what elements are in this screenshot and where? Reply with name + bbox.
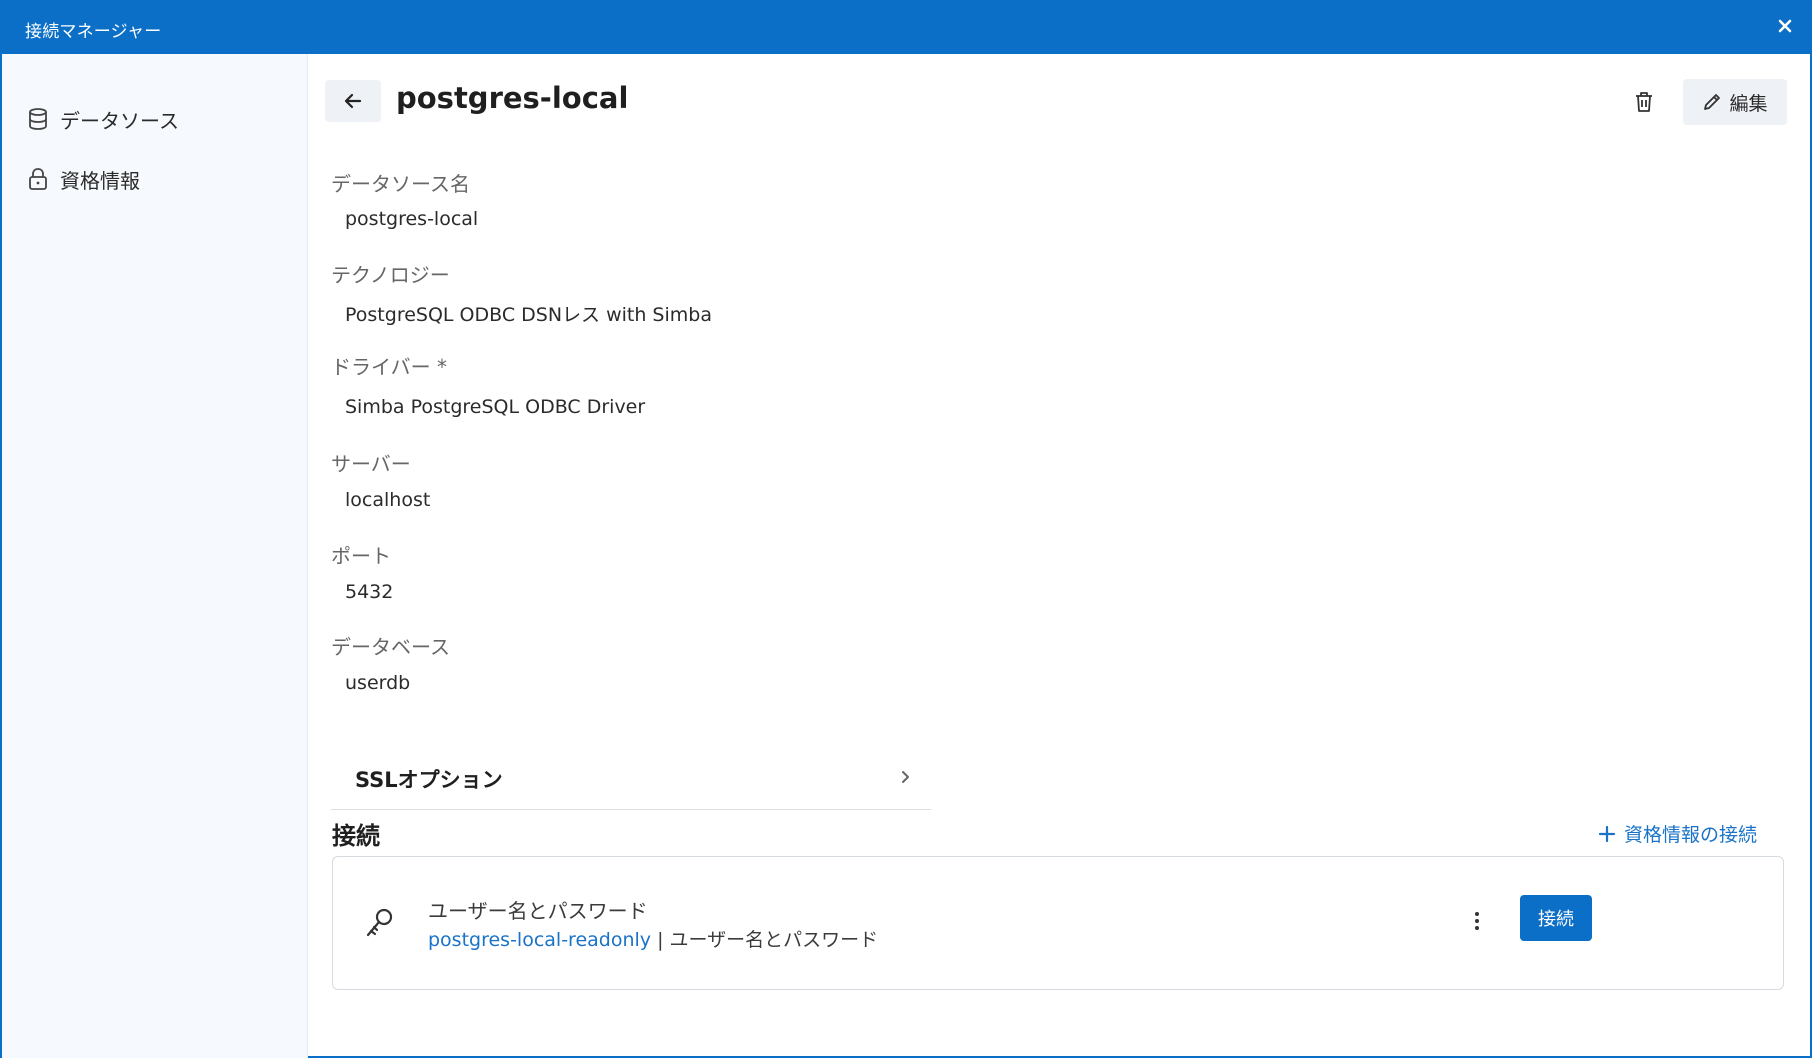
detail-panel: postgres-local 編集 データソース名 postgres-local… — [308, 54, 1812, 1058]
delete-button[interactable] — [1624, 82, 1664, 122]
sidebar-item-label: 資格情報 — [60, 168, 140, 193]
field-label-datasource-name: データソース名 — [331, 172, 470, 196]
field-value-database: userdb — [345, 672, 411, 694]
plus-icon — [1598, 825, 1616, 842]
ssl-options-row[interactable]: SSLオプション — [331, 744, 931, 810]
connection-card: ユーザー名とパスワード postgres-local-readonly | ユー… — [332, 856, 1784, 990]
edit-button-label: 編集 — [1729, 92, 1768, 115]
field-label-port: ポート — [331, 544, 391, 568]
connect-credential-button[interactable]: 資格情報の接続 — [1598, 820, 1757, 847]
edit-button[interactable]: 編集 — [1683, 79, 1787, 125]
trash-icon — [1636, 92, 1652, 112]
arrow-left-icon — [344, 93, 362, 109]
field-value-driver: Simba PostgreSQL ODBC Driver — [345, 396, 646, 418]
chevron-right-icon — [902, 771, 909, 783]
separator: | — [651, 929, 670, 951]
sidebar: データソース 資格情報 — [2, 54, 308, 1058]
field-value-technology: PostgreSQL ODBC DSNレス with Simba — [345, 304, 712, 326]
more-vertical-icon — [1475, 912, 1479, 930]
back-button[interactable] — [325, 80, 381, 122]
more-options-button[interactable] — [1465, 901, 1489, 941]
title-bar: 接続マネージャー — [2, 0, 1812, 54]
connection-subtitle: postgres-local-readonly | ユーザー名とパスワード — [428, 925, 878, 952]
pencil-icon — [1704, 94, 1721, 110]
sidebar-item-label: データソース — [60, 108, 179, 133]
field-value-datasource-name: postgres-local — [345, 208, 479, 230]
connect-credential-label: 資格情報の接続 — [1624, 824, 1758, 846]
field-label-driver: ドライバー * — [331, 355, 447, 379]
lock-icon — [24, 165, 52, 193]
field-value-server: localhost — [345, 489, 431, 511]
connect-button[interactable]: 接続 — [1520, 895, 1592, 941]
close-button[interactable] — [1770, 11, 1800, 41]
field-value-port: 5432 — [345, 581, 394, 603]
database-icon — [24, 105, 52, 133]
connection-auth-type: ユーザー名とパスワード — [669, 929, 879, 951]
page-title: postgres-local — [396, 81, 629, 115]
sidebar-item-datasources[interactable]: データソース — [24, 99, 179, 139]
field-label-server: サーバー — [331, 452, 411, 476]
connection-title: ユーザー名とパスワード — [428, 899, 648, 923]
key-icon — [366, 908, 393, 937]
window-title: 接続マネージャー — [25, 22, 162, 42]
sidebar-item-credentials[interactable]: 資格情報 — [24, 159, 140, 199]
field-label-database: データベース — [331, 635, 450, 659]
field-label-technology: テクノロジー — [331, 263, 450, 287]
close-icon — [1778, 19, 1792, 33]
connection-manager-window: 接続マネージャー データソース 資格情報 postgres-local 編集 デ… — [0, 0, 1812, 1058]
connections-heading: 接続 — [332, 822, 380, 850]
ssl-options-label: SSLオプション — [355, 768, 503, 792]
credential-link[interactable]: postgres-local-readonly — [428, 929, 651, 951]
